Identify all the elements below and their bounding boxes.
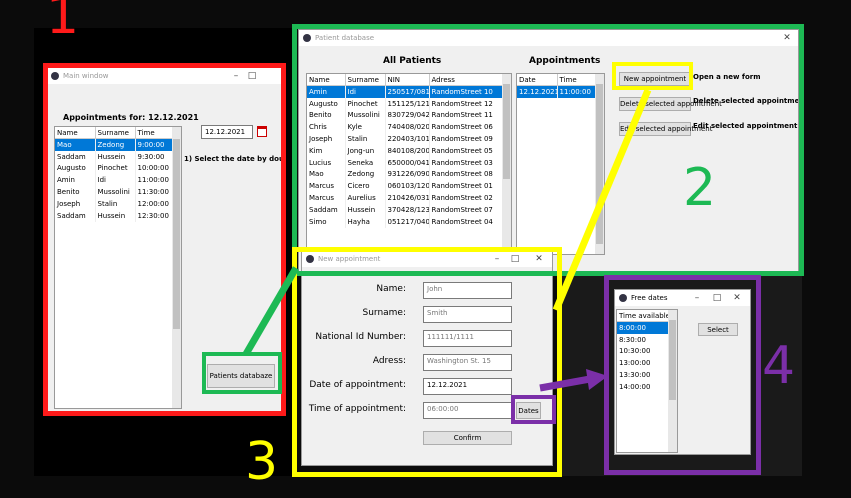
callout-number-2: 2 — [683, 158, 717, 218]
yellow-arrow-line — [552, 88, 652, 312]
callout-number-3: 3 — [245, 432, 279, 492]
connector-arrows — [242, 88, 652, 392]
purple-arrow-head — [586, 369, 608, 390]
callout-number-1: 1 — [46, 0, 80, 46]
purple-arrow-line — [539, 375, 591, 392]
callout-number-4: 4 — [762, 336, 796, 396]
green-arrow-line — [242, 266, 300, 356]
